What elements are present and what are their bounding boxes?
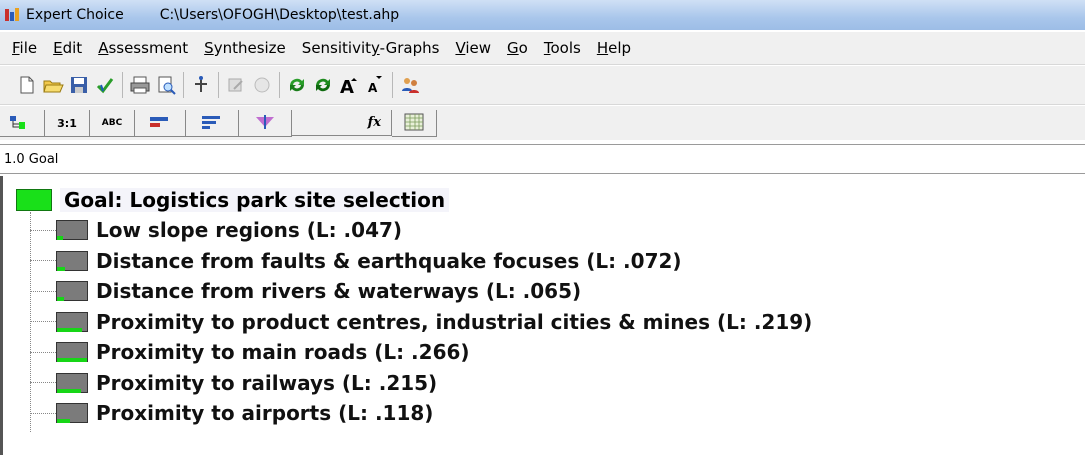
menu-file[interactable]: File: [6, 39, 37, 57]
disabled-edit-icon[interactable]: [223, 72, 249, 98]
expert-choice-logo-icon: [4, 7, 20, 23]
toolbar-group-print: [122, 72, 183, 98]
font-decrease-icon[interactable]: A: [362, 72, 388, 98]
criterion-label: Proximity to product centres, industrial…: [96, 309, 813, 334]
criterion-priority-box: [56, 403, 88, 423]
tab-tree-view[interactable]: [0, 110, 45, 137]
goal-label: Goal: Logistics park site selection: [60, 188, 450, 212]
tree-navigate-icon[interactable]: [188, 72, 214, 98]
criterion-label: Distance from faults & earthquake focuse…: [96, 248, 682, 273]
app-name: Expert Choice: [26, 7, 124, 23]
criterion-node[interactable]: Proximity to airports (L: .118): [30, 401, 433, 425]
tree-branch-line: [30, 290, 56, 292]
print-icon[interactable]: [127, 72, 153, 98]
menu-assessment[interactable]: Assessment: [92, 39, 188, 57]
menu-sensitivity-graphs[interactable]: Sensitivity-Graphs: [296, 39, 440, 57]
view-tabs: 3:1 ABC fx: [0, 106, 1085, 140]
criterion-node[interactable]: Proximity to product centres, industrial…: [30, 310, 812, 334]
data-grid-icon: [404, 113, 424, 134]
menu-go[interactable]: Go: [501, 39, 528, 57]
sort-icon: [253, 114, 277, 133]
checkmark-arrow-icon[interactable]: [92, 72, 118, 98]
criterion-label: Low slope regions (L: .047): [96, 218, 403, 242]
criterion-label: Distance from rivers & waterways (L: .06…: [96, 279, 582, 303]
priority-bar: [57, 358, 87, 362]
tree-branch-line: [30, 229, 56, 231]
criterion-priority-box: [56, 372, 88, 393]
criterion-node[interactable]: Low slope regions (L: .047): [30, 218, 402, 242]
hierarchy-tree: Goal: Logistics park site selection Low …: [0, 176, 1085, 455]
priority-bar: [57, 327, 82, 332]
new-file-icon[interactable]: [14, 72, 40, 98]
criterion-label: Proximity to main roads (L: .266): [96, 340, 470, 364]
priority-bars-icon: [200, 114, 224, 133]
toolbar-group-nav: [183, 72, 218, 98]
tree-branch-line: [30, 321, 56, 322]
print-preview-icon[interactable]: [153, 72, 179, 98]
file-path: C:\Users\OFOGH\Desktop\test.ahp: [159, 7, 400, 23]
toolbar-group-edit: [218, 72, 279, 98]
priority-bar: [57, 419, 70, 423]
tab-graphical[interactable]: [135, 110, 186, 137]
tab-pairwise-numerical[interactable]: 3:1: [45, 110, 90, 137]
tab-label-abc: ABC: [101, 118, 123, 128]
tree-branch-line: [30, 382, 56, 383]
priority-bar: [57, 388, 81, 393]
tree-view-icon: [9, 114, 35, 133]
criterion-node[interactable]: Distance from rivers & waterways (L: .06…: [30, 279, 581, 303]
tree-branch-line: [30, 412, 56, 414]
criterion-label: Proximity to railways (L: .215): [96, 370, 438, 395]
toolbar-group-file: [10, 72, 122, 98]
criterion-priority-box: [56, 220, 88, 240]
goal-node-box: [16, 189, 52, 211]
recycle-arrows-icon[interactable]: [284, 72, 310, 98]
tab-formula[interactable]: fx: [292, 110, 392, 136]
criterion-node[interactable]: Distance from faults & earthquake focuse…: [30, 249, 682, 273]
tree-branch-line: [30, 260, 56, 261]
tab-data-grid[interactable]: [392, 110, 437, 137]
tab-pairwise-verbal[interactable]: ABC: [90, 110, 135, 137]
criterion-priority-box: [56, 281, 88, 301]
criterion-node[interactable]: Proximity to main roads (L: .266): [30, 340, 470, 364]
recycle-arrows-bold-icon[interactable]: [310, 72, 336, 98]
toolbar-group-users: [392, 72, 427, 98]
tab-label-ratio: 3:1: [57, 116, 77, 130]
menu-edit[interactable]: Edit: [47, 39, 82, 57]
criterion-priority-box: [56, 311, 88, 332]
goal-node[interactable]: Goal: Logistics park site selection: [16, 188, 450, 212]
current-node-label: 1.0 Goal: [4, 151, 59, 167]
criterion-node[interactable]: Proximity to railways (L: .215): [30, 371, 437, 395]
tree-branch-line: [30, 351, 56, 353]
tab-sort[interactable]: [239, 110, 292, 137]
criterion-label: Proximity to airports (L: .118): [96, 401, 434, 425]
open-folder-icon[interactable]: [40, 72, 66, 98]
menu-tools[interactable]: Tools: [538, 39, 581, 57]
bar-graph-icon: [148, 114, 172, 133]
menu-view[interactable]: View: [449, 39, 491, 57]
tab-priorities[interactable]: [186, 110, 239, 137]
node-path-bar: 1.0 Goal: [0, 144, 1085, 174]
font-increase-icon[interactable]: A: [336, 72, 362, 98]
participants-icon[interactable]: [397, 72, 423, 98]
priority-bar: [57, 266, 65, 271]
formula-icon: fx: [367, 115, 381, 130]
priority-bar: [57, 236, 63, 240]
priority-bar: [57, 297, 64, 301]
svg-text:A: A: [340, 77, 354, 95]
toolbar: A A: [0, 66, 1085, 105]
menu-bar: File Edit Assessment Synthesize Sensitiv…: [0, 32, 1085, 65]
disabled-paint-icon[interactable]: [249, 72, 275, 98]
menu-help[interactable]: Help: [591, 39, 631, 57]
title-bar: Expert Choice C:\Users\OFOGH\Desktop\tes…: [0, 0, 1085, 30]
svg-text:A: A: [368, 81, 378, 95]
menu-synthesize[interactable]: Synthesize: [198, 39, 286, 57]
toolbar-group-font: A A: [279, 72, 392, 98]
criterion-priority-box: [56, 250, 88, 271]
criterion-priority-box: [56, 342, 88, 362]
save-icon[interactable]: [66, 72, 92, 98]
